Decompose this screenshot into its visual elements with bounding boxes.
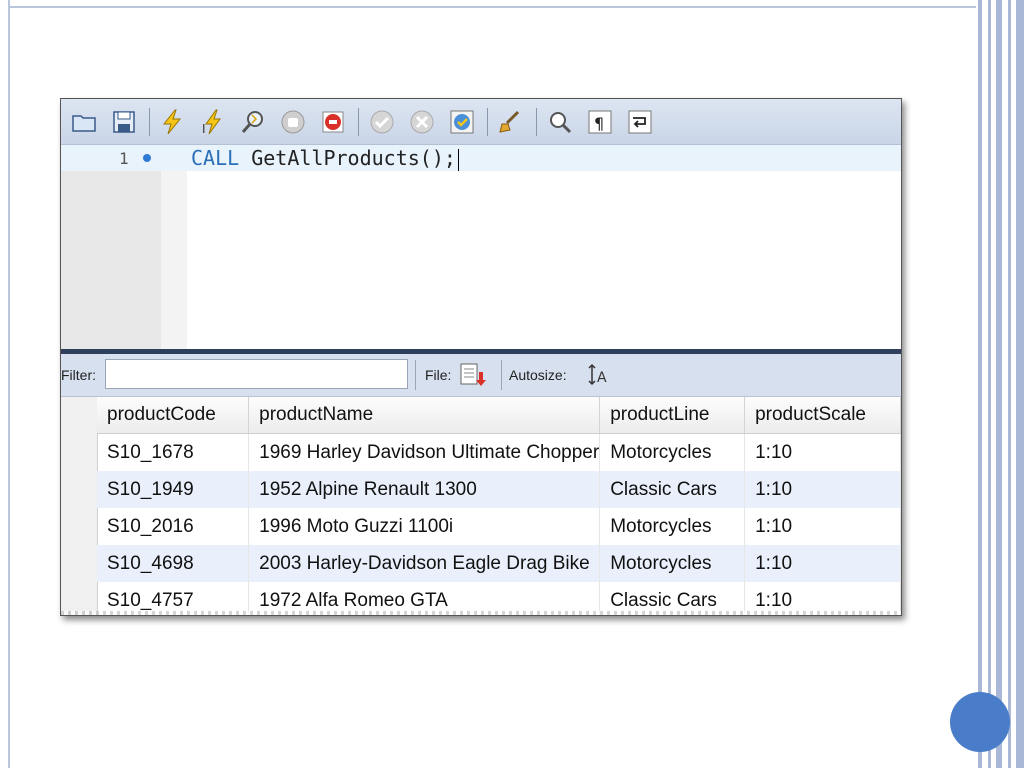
filter-label: Filter: (61, 367, 96, 383)
filterbar-separator (501, 360, 502, 390)
row-header-column (61, 397, 98, 615)
sql-statement[interactable]: CALL GetAllProducts(); (191, 146, 459, 171)
cell-product-code[interactable]: S10_4698 (97, 545, 250, 582)
commit-icon[interactable] (367, 107, 397, 137)
rollback-icon[interactable] (407, 107, 437, 137)
filterbar-separator (415, 360, 416, 390)
cell-product-code[interactable]: S10_2016 (97, 508, 250, 545)
file-label: File: (425, 367, 452, 383)
result-table: productCode productName productLine prod… (97, 397, 901, 615)
cell-product-name[interactable]: 1952 Alpine Renault 1300 (248, 471, 601, 508)
cell-product-code[interactable]: S10_1949 (97, 471, 250, 508)
slide-right-stripes (978, 0, 1024, 768)
cell-product-line[interactable]: Motorcycles (599, 433, 746, 471)
sql-statement-text: GetAllProducts(); (239, 146, 456, 170)
execute-current-icon[interactable]: I (198, 107, 228, 137)
fold-gutter (161, 145, 187, 349)
stop-on-error-icon[interactable] (318, 107, 348, 137)
cell-product-name[interactable]: 1996 Moto Guzzi 1100i (248, 508, 601, 545)
cell-product-scale[interactable]: 1:10 (744, 508, 901, 545)
sql-editor-toolbar: I ¶ (61, 99, 901, 145)
column-header[interactable]: productLine (599, 397, 746, 434)
autocommit-icon[interactable] (447, 107, 477, 137)
cell-product-line[interactable]: Motorcycles (599, 508, 746, 545)
table-row[interactable]: S10_1949 1952 Alpine Renault 1300 Classi… (97, 471, 901, 508)
explain-icon[interactable] (238, 107, 268, 137)
sql-keyword: CALL (191, 146, 240, 170)
line-number: 1 (119, 149, 129, 168)
save-icon[interactable] (109, 107, 139, 137)
cell-product-name[interactable]: 2003 Harley-Davidson Eagle Drag Bike (248, 545, 601, 582)
toolbar-separator (536, 107, 537, 136)
autosize-icon[interactable]: A (587, 362, 611, 388)
cell-product-line[interactable]: Classic Cars (599, 471, 746, 508)
current-line-highlight (61, 145, 901, 171)
toolbar-separator (487, 107, 488, 136)
svg-text:I: I (202, 122, 206, 135)
sql-editor[interactable]: 1 CALL GetAllProducts(); (61, 145, 901, 349)
text-caret (457, 148, 459, 171)
cell-product-scale[interactable]: 1:10 (744, 433, 901, 471)
slide-page-dot (950, 692, 1010, 752)
cell-product-code[interactable]: S10_1678 (97, 433, 250, 471)
statement-marker-icon (143, 154, 151, 162)
cell-product-scale[interactable]: 1:10 (744, 545, 901, 582)
cell-product-scale[interactable]: 1:10 (744, 471, 901, 508)
stop-icon[interactable] (278, 107, 308, 137)
column-header[interactable]: productName (248, 397, 601, 434)
line-number-gutter (61, 145, 161, 349)
workbench-screenshot: I ¶ 1 CALL GetAllProducts(); Filter: Fil… (60, 98, 902, 616)
execute-icon[interactable] (158, 107, 188, 137)
torn-edge (61, 611, 901, 615)
toolbar-separator (149, 107, 150, 136)
table-row[interactable]: S10_4698 2003 Harley-Davidson Eagle Drag… (97, 545, 901, 582)
result-filter-bar: Filter: File: Autosize: A (61, 354, 901, 397)
slide-top-border (8, 0, 976, 8)
column-header[interactable]: productScale (744, 397, 901, 434)
filter-input[interactable] (105, 359, 408, 389)
toolbar-separator (358, 107, 359, 136)
svg-text:A: A (597, 370, 607, 386)
result-grid[interactable]: productCode productName productLine prod… (61, 397, 901, 615)
cell-product-line[interactable]: Motorcycles (599, 545, 746, 582)
table-row[interactable]: S10_2016 1996 Moto Guzzi 1100i Motorcycl… (97, 508, 901, 545)
table-row[interactable]: S10_1678 1969 Harley Davidson Ultimate C… (97, 433, 901, 471)
invisible-chars-icon[interactable]: ¶ (585, 107, 615, 137)
word-wrap-icon[interactable] (625, 107, 655, 137)
find-icon[interactable] (545, 107, 575, 137)
autosize-label: Autosize: (509, 367, 567, 383)
folder-open-icon[interactable] (69, 107, 99, 137)
beautify-icon[interactable] (496, 107, 526, 137)
column-header[interactable]: productCode (97, 397, 250, 434)
cell-product-name[interactable]: 1969 Harley Davidson Ultimate Chopper (248, 433, 601, 471)
slide-left-border (8, 0, 10, 768)
svg-text:¶: ¶ (594, 114, 604, 133)
export-file-icon[interactable] (459, 362, 487, 388)
table-header-row: productCode productName productLine prod… (97, 397, 901, 434)
